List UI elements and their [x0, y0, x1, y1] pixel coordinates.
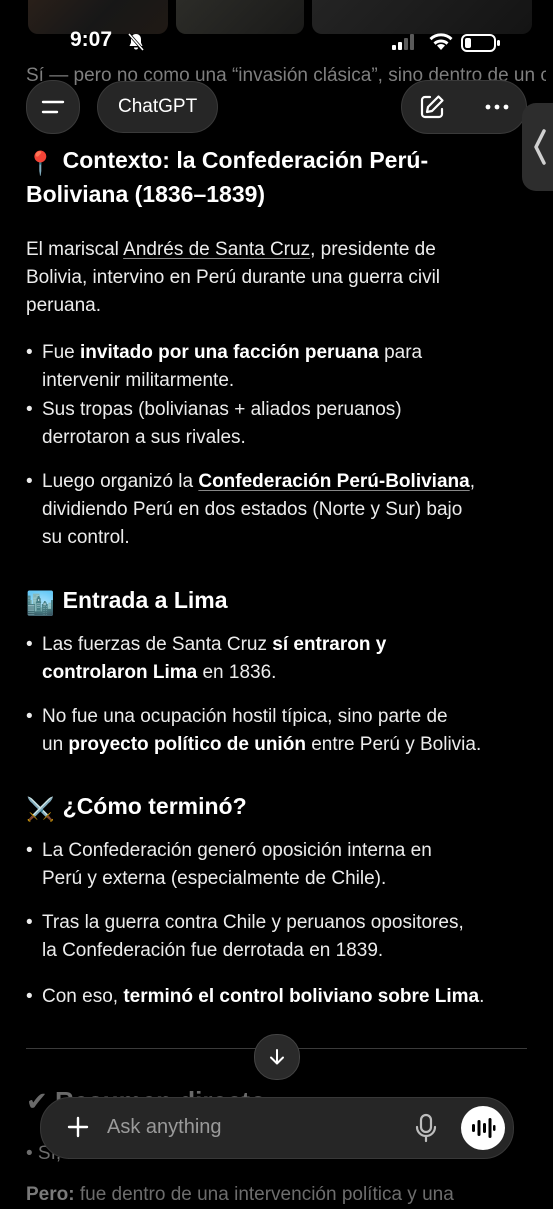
menu-button[interactable]: [26, 80, 80, 134]
list-item: Pero: fue dentro de una intervención pol…: [26, 1184, 454, 1205]
list-item: La Confederación generó oposición intern…: [26, 837, 536, 893]
list-item: Fue invitado por una facción peruana par…: [26, 339, 536, 395]
voice-mode-button[interactable]: [461, 1106, 505, 1150]
side-panel-tab[interactable]: [522, 103, 553, 191]
model-selector-button[interactable]: ChatGPT: [97, 81, 219, 133]
entity-link[interactable]: Confederación Perú-Boliviana: [198, 471, 469, 492]
section-heading: 🏙️ Entrada a Lima: [26, 584, 228, 619]
list-item: Luego organizó la Confederación Perú-Bol…: [26, 468, 536, 552]
bell-off-icon: [127, 33, 145, 51]
more-icon[interactable]: [482, 92, 512, 122]
microphone-icon[interactable]: [413, 1113, 439, 1143]
header-actions: [401, 80, 527, 134]
list-item: Con eso, terminó el control boliviano so…: [26, 983, 536, 1011]
message-composer: Ask anything: [40, 1097, 514, 1159]
menu-icon: [41, 100, 65, 114]
cityscape-icon: 🏙️: [26, 590, 55, 616]
list-item: Sus tropas (bolivianas + aliados peruano…: [26, 396, 536, 452]
list-item: Las fuerzas de Santa Cruz sí entraron y …: [26, 631, 536, 687]
message-input[interactable]: Ask anything: [107, 1116, 222, 1139]
section-heading-cont: Boliviana (1836–1839): [26, 181, 266, 207]
entity-link[interactable]: Andrés de Santa Cruz: [123, 239, 310, 260]
crossed-swords-icon: ⚔️: [26, 796, 55, 822]
wifi-icon: [429, 33, 453, 50]
pushpin-icon: 📍: [26, 150, 55, 176]
compose-icon[interactable]: [417, 92, 447, 122]
scroll-to-bottom-button[interactable]: [254, 1034, 300, 1080]
status-bar: 9:07: [0, 26, 553, 60]
battery-icon: [461, 34, 500, 52]
chevron-left-icon: [534, 129, 546, 165]
app-title: ChatGPT: [118, 96, 198, 117]
section-heading: 📍 Contexto: la Confederación Perú-: [26, 144, 428, 179]
paragraph: El mariscal Andrés de Santa Cruz, presid…: [26, 239, 441, 316]
status-time: 9:07: [70, 28, 113, 51]
section-heading: ⚔️ ¿Cómo terminó?: [26, 790, 247, 825]
plus-icon[interactable]: [63, 1112, 93, 1142]
voice-mode-icon: [472, 1118, 496, 1138]
arrow-down-icon: [270, 1049, 284, 1065]
list-item: Tras la guerra contra Chile y peruanos o…: [26, 909, 536, 965]
list-item: No fue una ocupación hostil típica, sino…: [26, 703, 536, 759]
signal-icon: [392, 34, 414, 50]
